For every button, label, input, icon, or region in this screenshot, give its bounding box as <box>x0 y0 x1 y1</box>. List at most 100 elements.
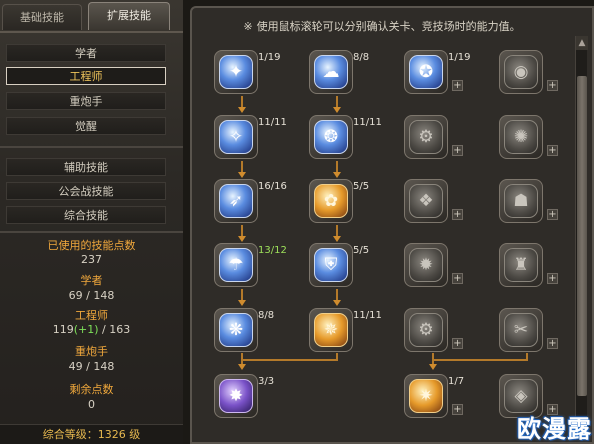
used-points-label: 已使用的技能点数 <box>47 239 136 252</box>
gear-icon[interactable]: ⚙ <box>409 120 443 154</box>
skill-level: 5/5 <box>353 245 370 256</box>
cannon-icon[interactable]: ✪ <box>409 55 443 89</box>
skill-slot[interactable]: ✦ 1/19 <box>214 50 280 100</box>
skill-level: 5/5 <box>353 181 370 192</box>
robot-icon[interactable]: ☗ <box>504 184 538 218</box>
skill-level: 11/11 <box>258 117 287 128</box>
skill-level: 8/8 <box>353 52 370 63</box>
octopus-icon[interactable]: ✿ <box>314 184 348 218</box>
engineer-points-max: / 163 <box>98 323 131 336</box>
skill-level: 13/12 <box>258 245 287 256</box>
skill-slot[interactable]: ❋ 8/8 <box>214 308 274 358</box>
drill-icon[interactable]: ✸ <box>219 379 253 413</box>
skill-slot[interactable]: ❖ + <box>404 179 464 229</box>
watermark-logo: 欧漫露 <box>517 414 592 443</box>
used-points-value: 237 <box>81 253 102 266</box>
menu-item-general[interactable]: 综合技能 <box>6 206 166 224</box>
skill-slot[interactable]: ⛨ 5/5 <box>309 243 369 293</box>
skill-slot[interactable]: ✿ 5/5 <box>309 179 369 229</box>
skill-slot[interactable]: ✧ 11/11 <box>214 115 287 165</box>
scholar-points-value: 69 / 148 <box>68 289 115 302</box>
connector-line <box>432 359 528 361</box>
skill-slot[interactable]: ✂ + <box>499 308 559 358</box>
skill-slot[interactable]: ⚙ + <box>404 115 464 165</box>
skill-slot[interactable]: ➶ 16/16 <box>214 179 287 229</box>
notice-star-icon: ※ <box>243 20 253 33</box>
skill-level: 16/16 <box>258 181 287 192</box>
skill-slot[interactable]: ✵ 11/11 <box>309 308 382 358</box>
scrollbar[interactable]: ▲ <box>575 36 588 440</box>
skill-plus-button[interactable]: + <box>452 404 463 415</box>
scrollbar-thumb[interactable] <box>577 76 587 396</box>
turret-icon[interactable]: ❖ <box>409 184 443 218</box>
shield-icon[interactable]: ⛨ <box>314 248 348 282</box>
menu-item-support[interactable]: 辅助技能 <box>6 158 166 176</box>
skill-slot[interactable]: ✸ 3/3 <box>214 374 274 424</box>
stats-divider <box>0 231 183 233</box>
menu-item-guild-war[interactable]: 公会战技能 <box>6 182 166 200</box>
skill-slot[interactable]: ✪ 1/19 + <box>404 50 470 100</box>
menu-item-scholar[interactable]: 学者 <box>6 44 166 62</box>
gunner-points-value: 49 / 148 <box>68 360 115 373</box>
skill-plus-button[interactable]: + <box>547 273 558 284</box>
flame-shield-icon[interactable]: ❂ <box>314 120 348 154</box>
connector-line <box>241 359 338 361</box>
skill-level: 1/7 <box>448 376 465 387</box>
skill-plus-button[interactable]: + <box>547 145 558 156</box>
skill-plus-button[interactable]: + <box>452 273 463 284</box>
notice-text: ※ 使用鼠标滚轮可以分别确认关卡、竞技场时的能力值。 <box>192 18 572 34</box>
menu-item-gunner[interactable]: 重炮手 <box>6 92 166 110</box>
skill-slot[interactable]: ☂ 13/12 <box>214 243 287 293</box>
remaining-points-label: 剩余点数 <box>69 383 114 396</box>
skill-plus-button[interactable]: + <box>547 209 558 220</box>
menu-item-engineer[interactable]: 工程师 <box>6 67 166 85</box>
swirl-icon[interactable]: ✵ <box>314 313 348 347</box>
tab-extended-skills[interactable]: 扩展技能 <box>88 2 170 30</box>
total-level: 综合等级：1326 级 <box>0 424 183 444</box>
cog-icon[interactable]: ⚙ <box>409 313 443 347</box>
skill-slot[interactable]: ♜ + <box>499 243 559 293</box>
engineer-points-value: 119(+1) / 163 <box>0 323 183 337</box>
skill-level: 3/3 <box>258 376 275 387</box>
skill-slot[interactable]: ◉ + <box>499 50 559 100</box>
bag-icon[interactable]: ◉ <box>504 55 538 89</box>
scroll-up-arrow-icon[interactable]: ▲ <box>576 36 588 50</box>
skill-level: 11/11 <box>353 310 382 321</box>
wrench-icon[interactable]: ✂ <box>504 313 538 347</box>
bomb-icon[interactable]: ✹ <box>409 248 443 282</box>
cloud-icon[interactable]: ☁ <box>314 55 348 89</box>
skill-level: 1/19 <box>258 52 281 63</box>
left-panel: 基础技能 扩展技能 学者 工程师 重炮手 觉醒 辅助技能 公会战技能 综合技能 … <box>0 0 183 444</box>
skill-slot[interactable]: ✺ + <box>499 115 559 165</box>
menu-item-awakening[interactable]: 觉醒 <box>6 117 166 135</box>
scholar-points-label: 学者 <box>80 274 103 287</box>
skill-slot[interactable]: ✷ 1/7 + <box>404 374 464 424</box>
skill-level: 11/11 <box>353 117 382 128</box>
skill-plus-button[interactable]: + <box>547 338 558 349</box>
skill-slot[interactable]: ☁ 8/8 <box>309 50 369 100</box>
vortex-icon[interactable]: ✺ <box>504 120 538 154</box>
rocket-icon[interactable]: ➶ <box>219 184 253 218</box>
skill-slot[interactable]: ✹ + <box>404 243 464 293</box>
lock-icon[interactable]: ◈ <box>504 379 538 413</box>
skill-level: 1/19 <box>448 52 471 63</box>
skill-plus-button[interactable]: + <box>452 209 463 220</box>
tab-basic-skills[interactable]: 基础技能 <box>2 4 82 30</box>
blaster-icon[interactable]: ✧ <box>219 120 253 154</box>
skill-slot[interactable]: ❂ 11/11 <box>309 115 382 165</box>
skill-slot[interactable]: ⚙ + <box>404 308 464 358</box>
totem-icon[interactable]: ♜ <box>504 248 538 282</box>
charge-icon[interactable]: ✦ <box>219 55 253 89</box>
skill-level: 8/8 <box>258 310 275 321</box>
molecule-icon[interactable]: ❋ <box>219 313 253 347</box>
blast-icon[interactable]: ✷ <box>409 379 443 413</box>
skill-plus-button[interactable]: + <box>452 145 463 156</box>
engineer-points-base: 119 <box>52 323 74 336</box>
remaining-points-value: 0 <box>88 398 95 411</box>
skill-plus-button[interactable]: + <box>547 80 558 91</box>
mushroom-icon[interactable]: ☂ <box>219 248 253 282</box>
menu-divider <box>0 146 183 148</box>
skill-plus-button[interactable]: + <box>452 338 463 349</box>
skill-slot[interactable]: ☗ + <box>499 179 559 229</box>
skill-plus-button[interactable]: + <box>452 80 463 91</box>
